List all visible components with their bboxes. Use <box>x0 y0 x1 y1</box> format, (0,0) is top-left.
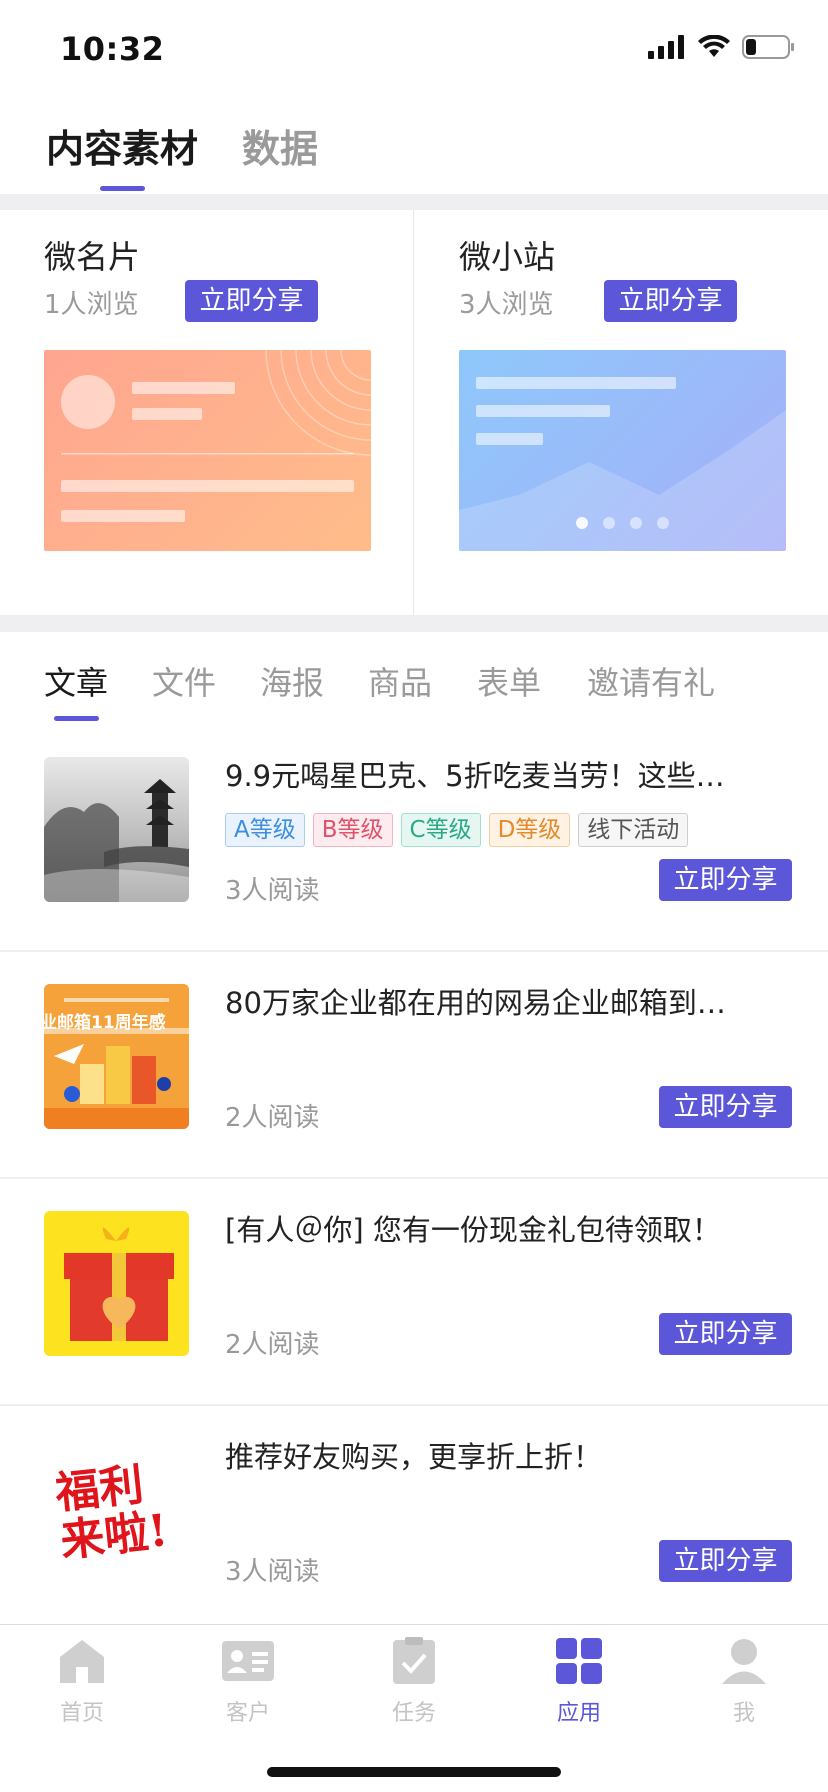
micro-site-preview[interactable] <box>459 350 786 551</box>
tag-grade-d: D等级 <box>488 813 571 847</box>
contact-card-icon <box>222 1641 274 1681</box>
article-thumbnail <box>44 1211 189 1356</box>
tab-bar-label: 任务 <box>391 1701 436 1726</box>
material-type-tabs: 文章 文件 海报 商品 表单 邀请有礼 <box>0 632 828 728</box>
article-item[interactable]: 福利来啦! 推荐好友购买，更享折上折！ 3人阅读 立即分享 <box>0 1406 828 1633</box>
article-share-button[interactable]: 立即分享 <box>659 1540 792 1582</box>
article-title: 推荐好友购买，更享折上折！ <box>225 1440 603 1474</box>
tag-offline-event: 线下活动 <box>578 813 689 847</box>
article-read-count: 2人阅读 <box>225 1103 320 1133</box>
wifi-icon <box>698 35 730 57</box>
apps-grid-icon <box>556 1638 602 1684</box>
card-preview-illustration <box>61 350 371 522</box>
tab-data[interactable]: 数据 <box>242 118 318 173</box>
micro-site-share-button[interactable]: 立即分享 <box>604 280 737 322</box>
article-thumbnail: 业邮箱11周年感 <box>44 984 189 1129</box>
status-time: 10:32 <box>60 30 165 68</box>
task-check-icon <box>393 1637 435 1684</box>
article-thumbnail <box>44 757 189 902</box>
top-tabs: 内容素材 数据 <box>0 96 828 194</box>
article-read-count: 3人阅读 <box>225 1557 320 1587</box>
tab-bar-apps[interactable]: 应用 <box>519 1637 639 1727</box>
home-indicator <box>267 1767 561 1777</box>
article-share-button[interactable]: 立即分享 <box>659 1086 792 1128</box>
home-icon <box>60 1640 104 1683</box>
status-bar: 10:32 <box>0 0 828 96</box>
section-separator <box>0 194 828 210</box>
mail-anniversary-poster <box>44 984 189 1129</box>
tab-bar-label: 客户 <box>225 1701 270 1726</box>
article-read-count: 3人阅读 <box>225 876 320 906</box>
article-share-button[interactable]: 立即分享 <box>659 859 792 901</box>
tab-bar-label: 我 <box>732 1701 755 1726</box>
tab-invite-gift[interactable]: 邀请有礼 <box>587 658 715 704</box>
tab-bar-home[interactable]: 首页 <box>22 1637 142 1727</box>
tab-bar-customers[interactable]: 客户 <box>188 1637 308 1727</box>
tab-bar-me[interactable]: 我 <box>684 1637 804 1727</box>
poster-headline: 业邮箱11周年感 <box>44 1013 166 1033</box>
micro-card-panel[interactable]: 微名片 1人浏览 立即分享 <box>0 210 414 615</box>
article-title: 80万家企业都在用的网易企业邮箱到… <box>225 986 726 1020</box>
user-icon <box>722 1639 766 1684</box>
tag-grade-b: B等级 <box>312 813 393 847</box>
top-tab-indicator <box>100 186 145 191</box>
section-separator <box>0 615 828 632</box>
status-icons <box>648 34 796 60</box>
tab-bar-tasks[interactable]: 任务 <box>354 1637 474 1727</box>
signal-icon <box>648 35 684 59</box>
article-item[interactable]: 业邮箱11周年感 80万家企业都在用的网易企业邮箱到… 2人阅读 立即分享 <box>0 952 828 1179</box>
article-title: 9.9元喝星巴克、5折吃麦当劳！这些… <box>225 759 725 793</box>
tab-articles[interactable]: 文章 <box>44 658 108 704</box>
micro-card-views: 1人浏览 <box>44 290 139 320</box>
tab-forms[interactable]: 表单 <box>477 658 541 704</box>
tag-grade-c: C等级 <box>400 813 481 847</box>
sub-tab-indicator <box>54 716 99 721</box>
tab-products[interactable]: 商品 <box>368 658 432 704</box>
micro-site-title: 微小站 <box>459 238 556 276</box>
article-thumbnail: 福利来啦! <box>44 1438 189 1583</box>
article-title: [有人＠你] 您有一份现金礼包待领取！ <box>225 1213 721 1247</box>
site-preview-illustration <box>459 377 786 551</box>
welfare-calligraphy-image: 福利来啦! <box>53 1459 171 1568</box>
article-item[interactable]: [有人＠你] 您有一份现金礼包待领取！ 2人阅读 立即分享 <box>0 1179 828 1406</box>
tab-bar-label: 首页 <box>59 1701 104 1726</box>
micro-card-share-button[interactable]: 立即分享 <box>185 280 318 322</box>
article-tags: A等级 B等级 C等级 D等级 线下活动 <box>225 813 689 847</box>
battery-icon <box>742 35 794 59</box>
tab-files[interactable]: 文件 <box>152 658 216 704</box>
article-item[interactable]: 9.9元喝星巴克、5折吃麦当劳！这些… A等级 B等级 C等级 D等级 线下活动… <box>0 725 828 952</box>
tab-content-materials[interactable]: 内容素材 <box>46 118 198 173</box>
micro-site-views: 3人浏览 <box>459 290 554 320</box>
landscape-pagoda-image <box>44 779 189 902</box>
micro-site-panel[interactable]: 微小站 3人浏览 立即分享 <box>414 210 828 615</box>
tag-grade-a: A等级 <box>225 813 305 847</box>
tab-posters[interactable]: 海报 <box>260 658 324 704</box>
article-read-count: 2人阅读 <box>225 1330 320 1360</box>
article-share-button[interactable]: 立即分享 <box>659 1313 792 1355</box>
micro-card-title: 微名片 <box>44 238 141 276</box>
tab-bar-label: 应用 <box>556 1701 601 1726</box>
gift-box-image <box>64 1227 174 1341</box>
micro-card-preview[interactable] <box>44 350 371 551</box>
